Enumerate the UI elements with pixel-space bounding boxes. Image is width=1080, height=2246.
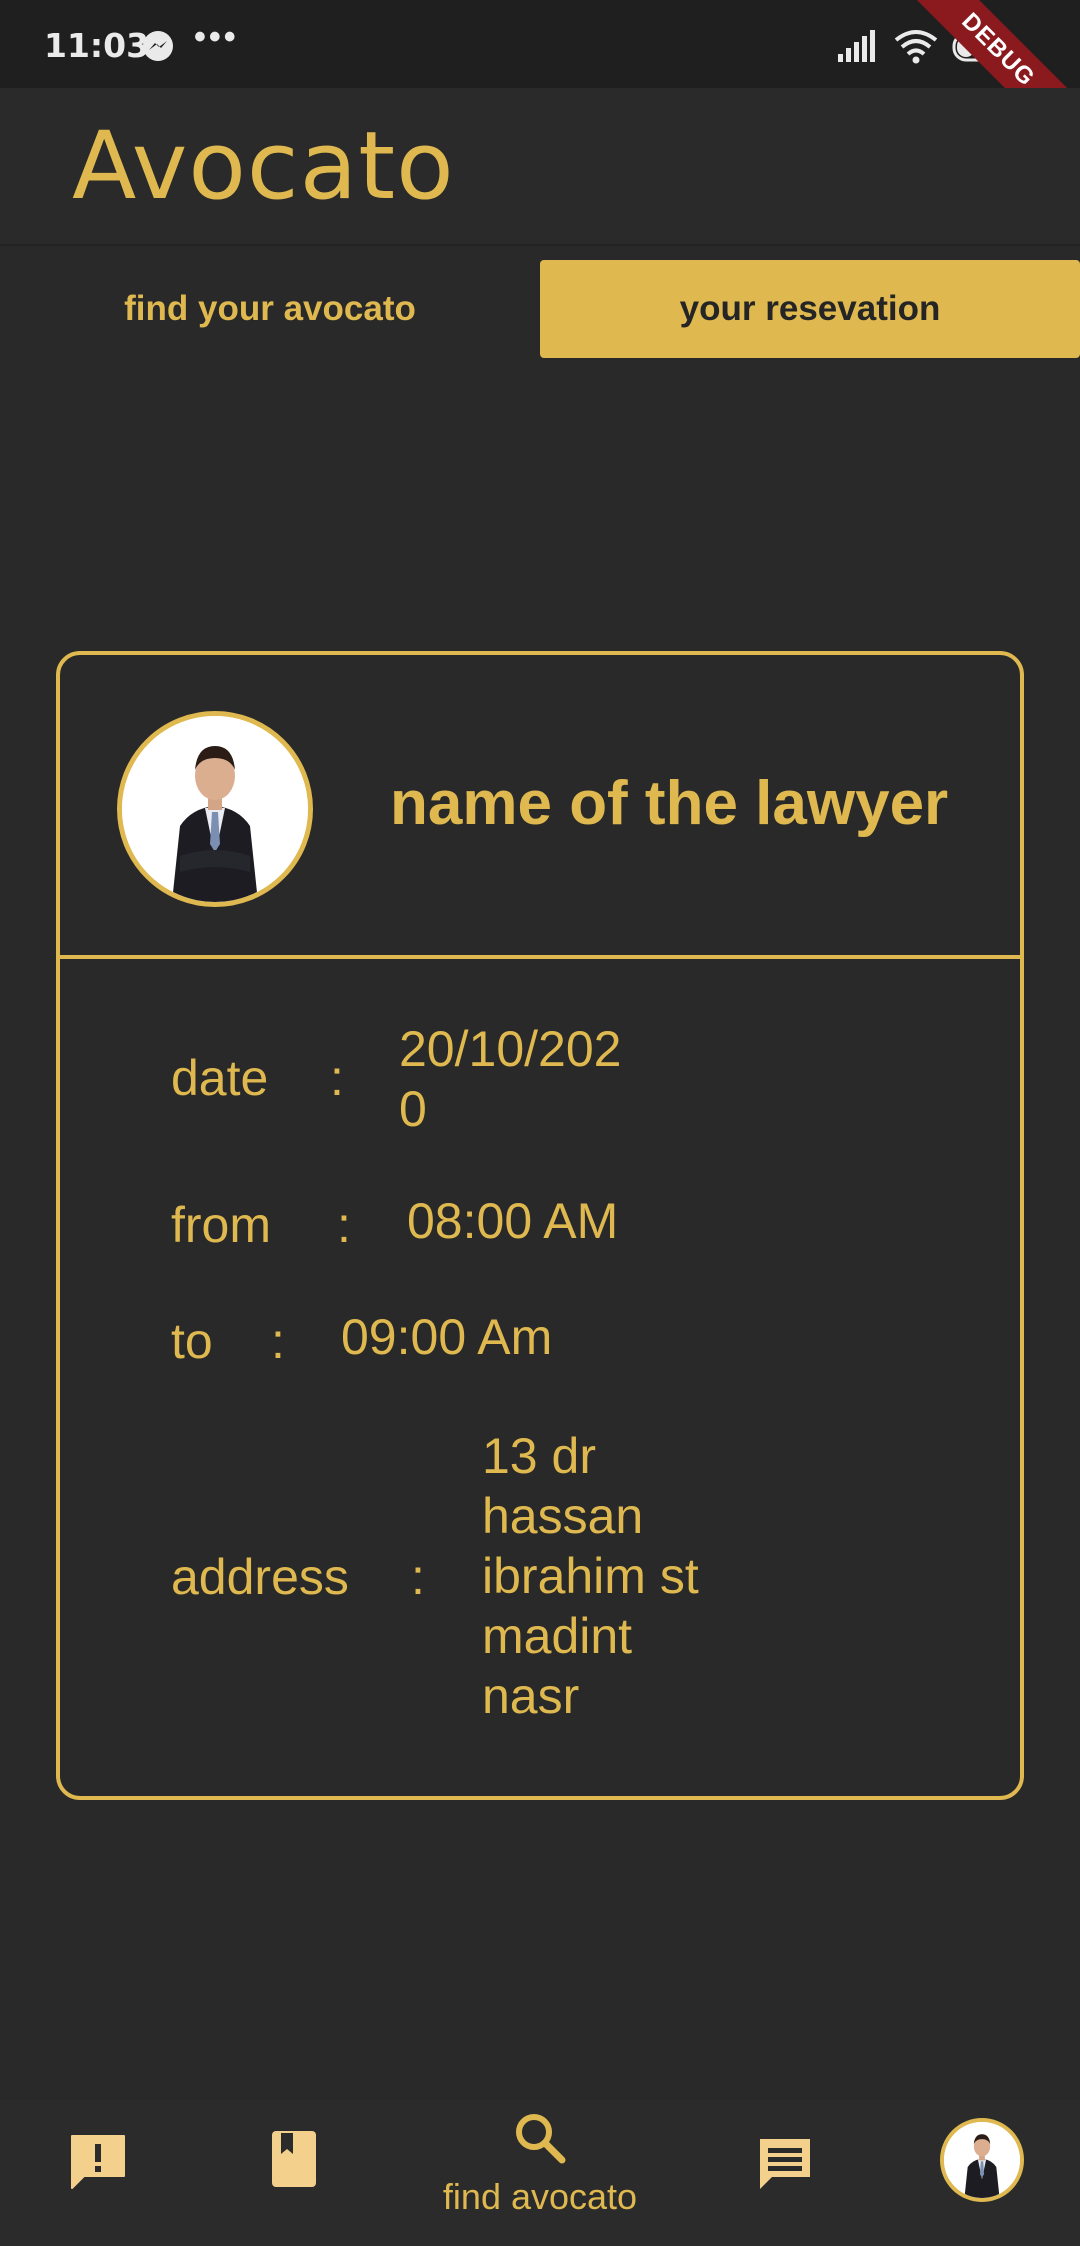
address-value: 13 dr hassan ibrahim st madint nasr: [482, 1428, 699, 1724]
report-icon: [71, 2135, 125, 2189]
to-value: 09:00 Am: [341, 1309, 553, 1365]
wifi-icon: [894, 30, 938, 64]
bookmark-book-icon: [272, 2131, 316, 2187]
from-separator: :: [337, 1197, 351, 1253]
address-label: address: [171, 1549, 349, 1605]
date-separator: :: [330, 1050, 344, 1106]
profile-avatar: [944, 2122, 1020, 2198]
chat-icon: [760, 2139, 810, 2189]
lawyer-name: name of the lawyer: [390, 769, 949, 838]
card-divider: [56, 955, 1024, 959]
nav-find-avocato-label: find avocato: [442, 2176, 638, 2217]
lawyer-photo: [122, 716, 308, 902]
tab-find-your-avocato[interactable]: find your avocato: [0, 260, 540, 358]
nav-find-avocato-button[interactable]: find avocato: [430, 2112, 650, 2232]
more-notifications-icon: •••: [194, 18, 239, 56]
nav-bookings-button[interactable]: [271, 2130, 317, 2188]
date-value: 20/10/202 0: [399, 1021, 622, 1137]
search-icon: [516, 2114, 566, 2164]
messenger-icon: [143, 31, 173, 61]
from-label: from: [171, 1197, 271, 1253]
address-separator: :: [411, 1549, 425, 1605]
nav-report-button[interactable]: [68, 2132, 128, 2190]
status-time: 11:03: [44, 26, 150, 65]
app-title: Avocato: [72, 112, 455, 221]
from-value: 08:00 AM: [407, 1193, 619, 1249]
nav-chat-button[interactable]: [756, 2135, 814, 2191]
lawyer-avatar: [117, 711, 313, 907]
nav-profile-button[interactable]: [940, 2118, 1024, 2202]
date-label: date: [171, 1050, 269, 1106]
signal-icon: [838, 30, 875, 62]
to-separator: :: [271, 1313, 285, 1369]
to-label: to: [171, 1313, 213, 1369]
tab-your-reservation[interactable]: your resevation: [540, 260, 1080, 358]
